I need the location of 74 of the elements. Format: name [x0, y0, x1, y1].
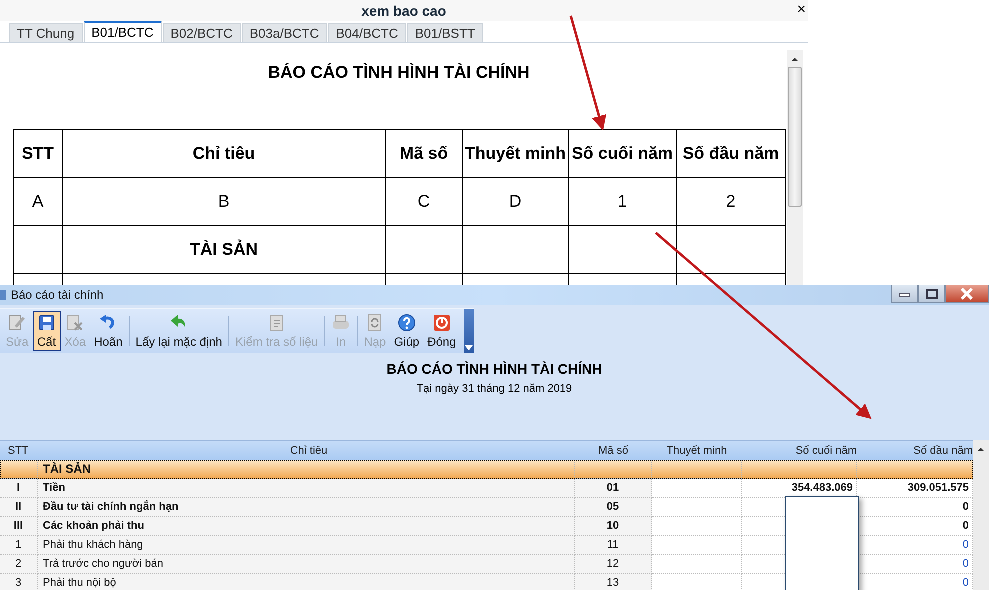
table-cell: B: [63, 178, 386, 226]
up-arrow-icon[interactable]: [976, 446, 986, 452]
report-title: BÁO CÁO TÌNH HÌNH TÀI CHÍNH: [386, 361, 602, 377]
toolbar-button[interactable]: Lấy lại mặc định: [132, 311, 226, 351]
column-header: Số cuối năm: [569, 130, 677, 178]
table-cell: [0, 460, 38, 479]
up-arrow-icon[interactable]: [790, 56, 800, 62]
table-cell: III: [0, 517, 38, 536]
close-button[interactable]: ×: [797, 1, 806, 18]
column-header: Chỉ tiêu: [63, 130, 386, 178]
table-cell: 1: [569, 178, 677, 226]
table-cell: II: [0, 498, 38, 517]
table-cell: A: [14, 178, 63, 226]
table-cell: 1: [0, 536, 38, 555]
tab[interactable]: TT Chung: [9, 23, 83, 42]
save-icon: [36, 313, 57, 333]
table-cell: 2: [0, 555, 38, 574]
table-cell: C: [386, 178, 463, 226]
edit-icon: [7, 313, 28, 333]
column-header: Mã số: [598, 444, 630, 458]
table-cell: TÀI SẢN: [38, 460, 575, 479]
tab[interactable]: B01/BSTT: [407, 23, 484, 42]
column-header: Số cuối năm: [794, 444, 857, 458]
table-cell: 3: [0, 574, 38, 590]
table-cell: Phải thu nội bộ: [38, 574, 575, 590]
column-header: Mã số: [386, 130, 463, 178]
toolbar-button[interactable]: Cất: [32, 311, 61, 351]
table-cell: TÀI SẢN: [63, 226, 386, 274]
table-cell: 0: [857, 517, 973, 536]
report-title: BÁO CÁO TÌNH HÌNH TÀI CHÍNH: [268, 63, 530, 83]
table-cell: I: [0, 479, 38, 498]
column-header: Thuyết minh: [666, 444, 728, 458]
table-cell: 2: [677, 178, 786, 226]
app-icon: [0, 290, 6, 300]
grid-row[interactable]: I Tiền 01 354.483.069 309.051.575: [0, 479, 973, 498]
toolbar-button[interactable]: Giúp: [390, 311, 424, 351]
table-cell: 0: [857, 498, 973, 517]
toolbar-button[interactable]: Đóng: [424, 311, 460, 351]
column-header: STT: [14, 130, 63, 178]
tab[interactable]: B03a/BCTC: [242, 23, 328, 42]
column-header: Thuyết minh: [463, 130, 569, 178]
table-cell: Phải thu khách hàng: [38, 536, 575, 555]
column-header: STT: [7, 444, 30, 458]
column-header: Số đầu năm: [677, 130, 786, 178]
table-cell: D: [463, 178, 569, 226]
window-title: Báo cáo tài chính: [11, 288, 104, 302]
table-cell: Đầu tư tài chính ngắn hạn: [38, 498, 575, 517]
table-cell: 309.051.575: [857, 479, 973, 498]
column-header: Số đầu năm: [912, 444, 973, 458]
close-button[interactable]: [945, 285, 989, 303]
table-cell: 0: [857, 574, 973, 590]
table-cell: Trả trước cho người bán: [38, 555, 575, 574]
column-header: Chỉ tiêu: [289, 444, 329, 458]
report-date: Tại ngày 31 tháng 12 năm 2019: [416, 383, 572, 395]
selected-row[interactable]: TÀI SẢN: [0, 460, 973, 479]
table-cell: 0: [857, 555, 973, 574]
maximize-icon: [924, 288, 938, 298]
table-cell: Tiền: [38, 479, 575, 498]
delete-icon: [65, 313, 86, 333]
scrollbar[interactable]: [787, 50, 803, 285]
scrollbar-thumb[interactable]: [788, 67, 802, 207]
tab[interactable]: B04/BCTC: [328, 23, 406, 42]
toolbar-button[interactable]: Hoãn: [90, 311, 127, 351]
table-cell: Các khoản phải thu: [38, 517, 575, 536]
tab[interactable]: B02/BCTC: [162, 23, 241, 42]
tab[interactable]: B01/BCTC: [84, 21, 162, 42]
dropdown-caret-icon[interactable]: [464, 309, 474, 353]
minimize-button[interactable]: [891, 285, 918, 303]
scrollbar[interactable]: [973, 440, 989, 590]
maximize-button[interactable]: [918, 285, 945, 303]
table-cell: 0: [857, 536, 973, 555]
help-icon: [396, 313, 417, 333]
table-cell: 354.483.069: [742, 479, 857, 498]
window-title: xem bao cao: [362, 2, 446, 18]
